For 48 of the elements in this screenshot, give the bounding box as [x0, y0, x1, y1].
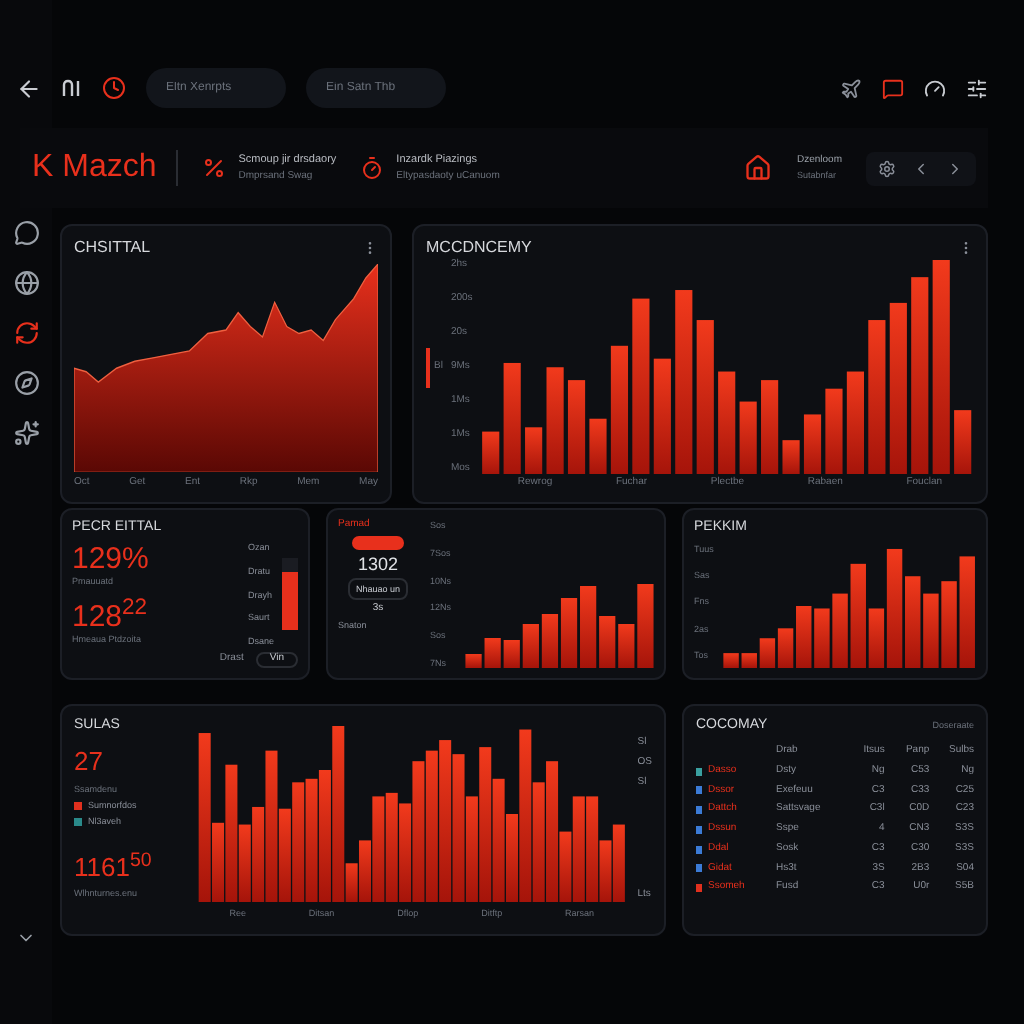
chart-bar [590, 419, 608, 475]
chart-bar [611, 346, 629, 475]
chart-bar [504, 363, 522, 475]
logo: K Mazch [32, 149, 179, 187]
home-icon [744, 154, 773, 182]
chart-bar [954, 410, 972, 475]
card-title: MCCDNCEMY [426, 238, 532, 257]
chart-bar [654, 359, 672, 475]
chart-bar [813, 608, 830, 668]
clock-icon[interactable] [102, 76, 126, 100]
back-icon[interactable] [16, 75, 42, 101]
chart-bar [904, 576, 921, 668]
stat-value: 27 [74, 748, 105, 778]
percent-icon [202, 156, 227, 180]
pill-bar [352, 535, 404, 550]
refresh-icon[interactable] [13, 320, 39, 346]
chart-bar [783, 440, 801, 475]
chart-bar [847, 371, 865, 475]
chat-icon[interactable] [13, 220, 39, 246]
stat-value: 128$^{22}$ [72, 602, 150, 635]
chart-bar [761, 380, 779, 475]
compass-icon[interactable] [13, 370, 39, 396]
chart-bar [568, 380, 586, 475]
chart-bar [718, 371, 736, 475]
sparkle-icon[interactable] [13, 420, 39, 446]
sliders-icon[interactable] [966, 77, 988, 99]
chart-bar [740, 401, 758, 475]
globe-icon[interactable] [13, 270, 39, 296]
chart-bar [547, 367, 565, 475]
plane-icon[interactable] [840, 77, 862, 99]
stat-value: 129% [72, 544, 151, 576]
chart-bar [525, 427, 543, 475]
chart-bar [826, 389, 844, 475]
stat-value: 1161$^{50}$ [74, 853, 154, 883]
chart-bar [559, 598, 577, 668]
message-icon[interactable] [882, 77, 904, 99]
stat-value: 1302 [357, 553, 399, 575]
settings-icon[interactable] [878, 159, 896, 177]
columns-icon[interactable] [62, 78, 82, 98]
chart-bar [922, 593, 939, 668]
chart-bar [540, 614, 558, 668]
chart-bar [482, 432, 500, 475]
card-title: CHSITTAL [74, 238, 151, 257]
gauge-icon[interactable] [924, 77, 946, 99]
next-icon[interactable] [946, 159, 964, 177]
previous-icon[interactable] [912, 159, 930, 177]
chart-bar [804, 414, 822, 475]
timer-icon [360, 156, 385, 180]
